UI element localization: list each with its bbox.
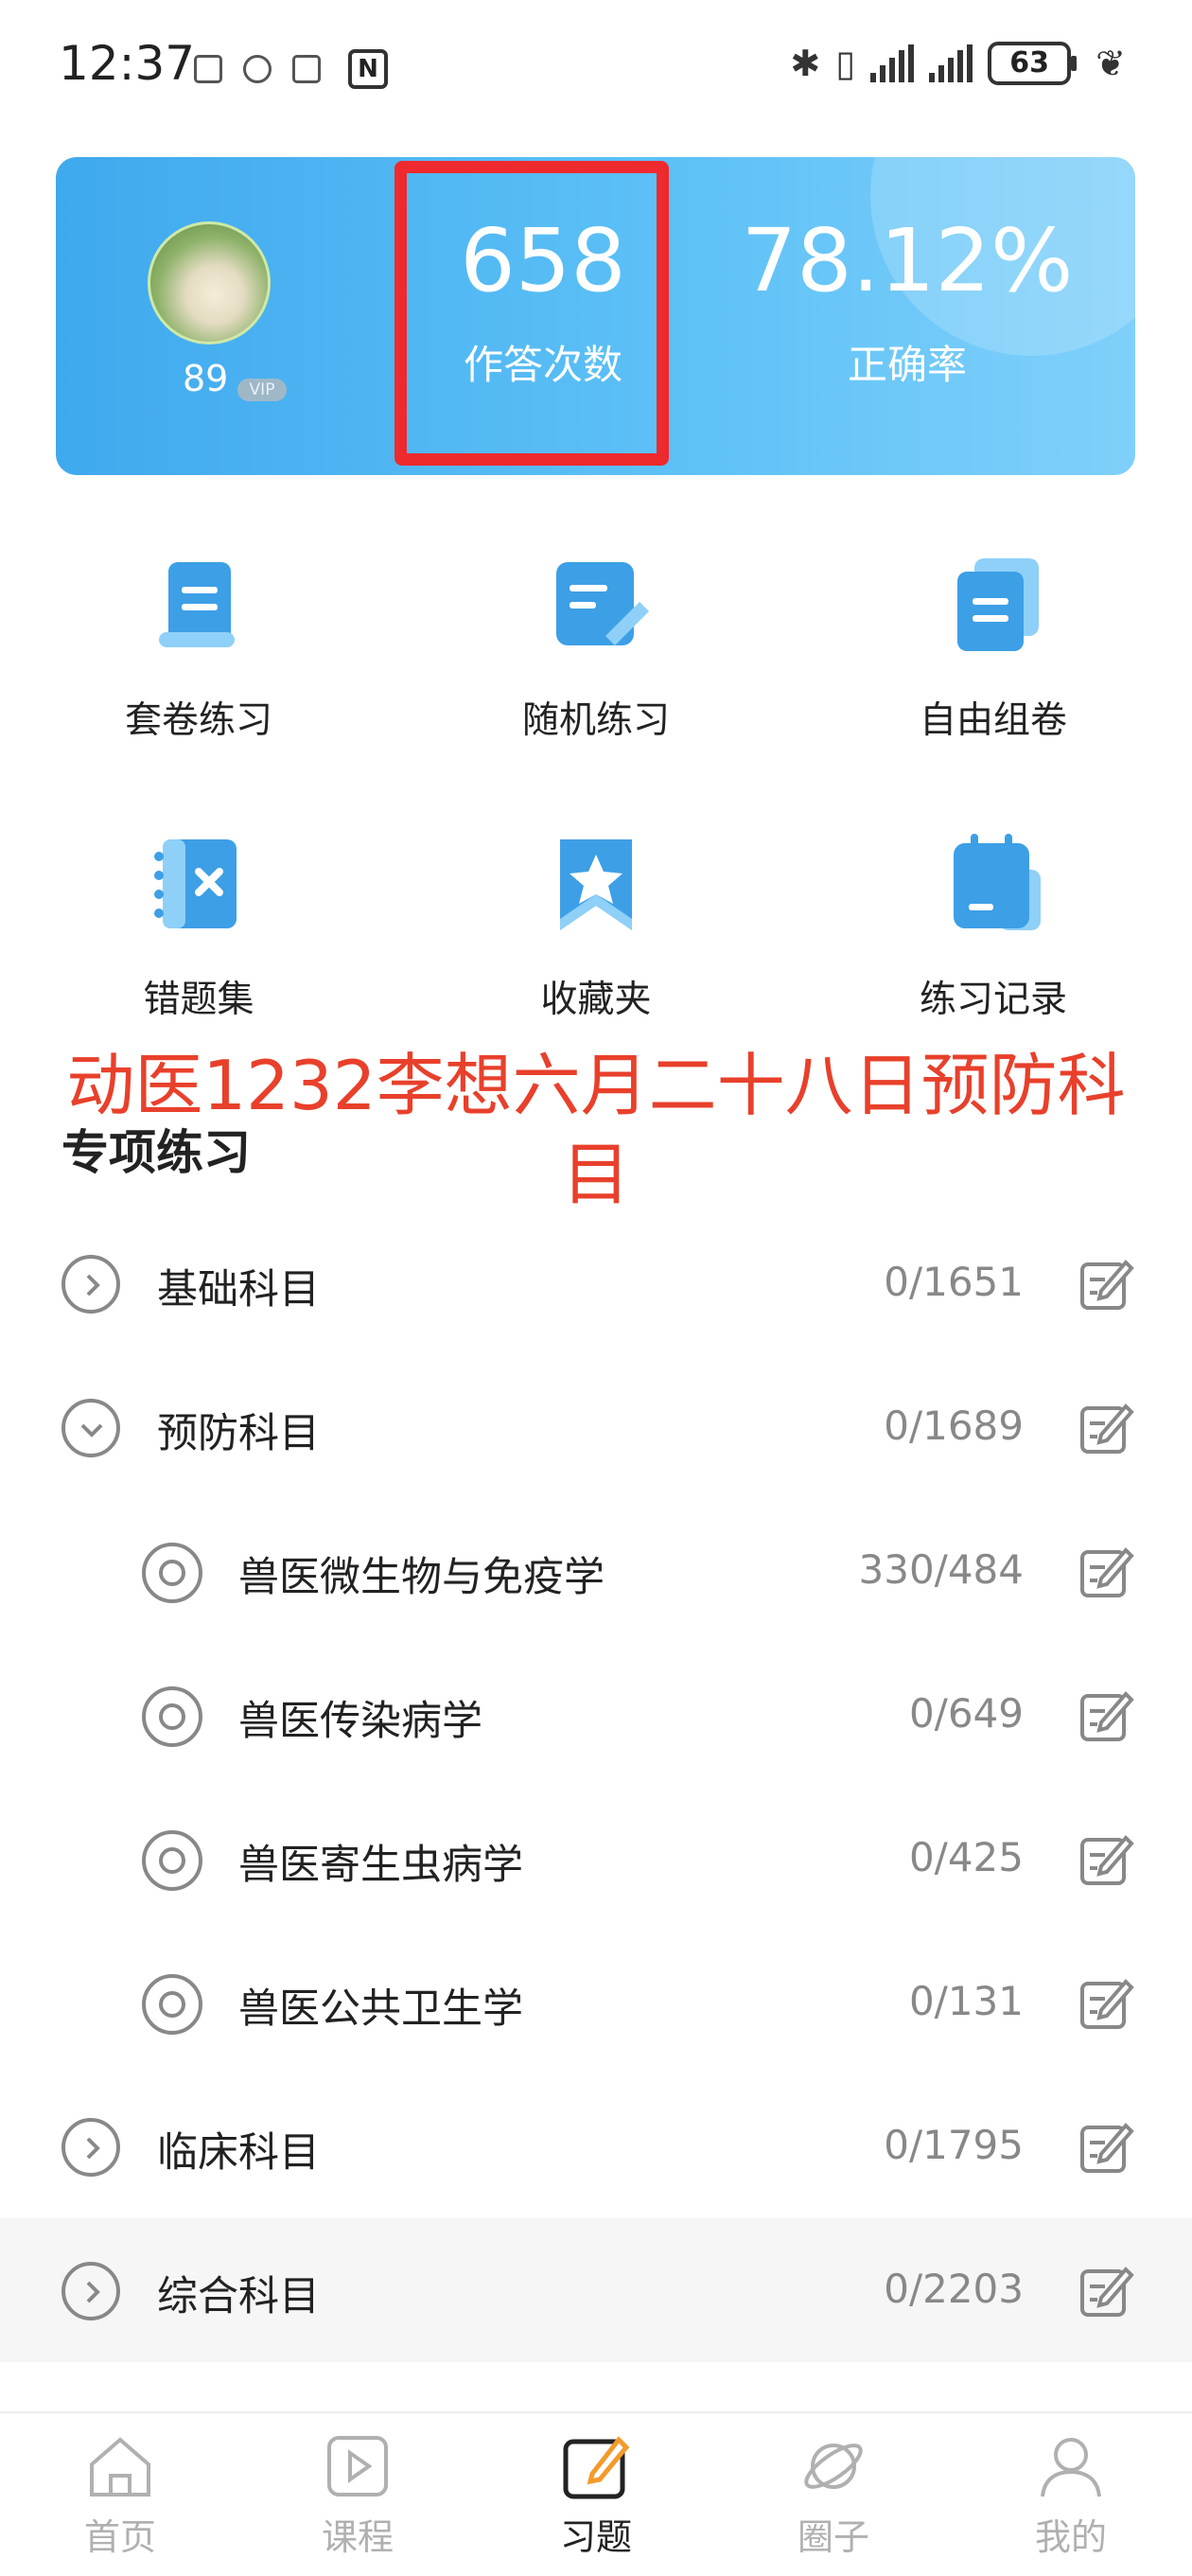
grid-label-favorites: 收藏夹 — [540, 979, 652, 1021]
play-icon — [327, 2436, 388, 2497]
subject-count: 0/1651 — [884, 1259, 1024, 1305]
nav-home[interactable]: 首页 — [49, 2430, 191, 2560]
grid-item-favorites[interactable]: 收藏夹 — [454, 828, 738, 1023]
nfc-icon: N — [348, 49, 388, 89]
notification-app-icon — [194, 55, 222, 83]
grid-item-practice-record[interactable]: 练习记录 — [851, 828, 1135, 1023]
signal-2-icon — [929, 44, 973, 82]
notification-app-icon-2 — [292, 55, 321, 83]
edit-practice-icon[interactable] — [1077, 2118, 1135, 2177]
subsubject-row-public-health[interactable]: 兽医公共卫生学 0/131 — [0, 1931, 1192, 2074]
grid-label-practice-record: 练习记录 — [919, 979, 1067, 1021]
collapse-chevron-down-icon[interactable] — [61, 1399, 120, 1457]
leaf-icon: ❦ — [1096, 43, 1126, 84]
section-title: 专项练习 — [61, 1125, 251, 1180]
target-icon — [142, 1830, 202, 1891]
bottom-navigation: 首页 课程 习题 圈子 我的 — [0, 2411, 1192, 2576]
vibrate-icon: ▯ — [835, 43, 856, 84]
notification-tiktok-icon — [243, 55, 272, 83]
edit-practice-icon[interactable] — [1077, 1686, 1135, 1745]
grid-label-free-assembly: 自由组卷 — [919, 699, 1067, 742]
user-icon — [1041, 2438, 1101, 2497]
edit-practice-icon[interactable] — [1077, 1399, 1135, 1457]
nav-label-home: 首页 — [83, 2516, 156, 2558]
target-icon — [142, 1686, 202, 1747]
subsubject-row-infectious[interactable]: 兽医传染病学 0/649 — [0, 1643, 1192, 1787]
status-bar: 12:37 N ✱ ▯ 63 ❦ — [0, 0, 1192, 137]
subject-count: 0/1795 — [884, 2122, 1024, 2168]
nav-circle[interactable]: 圈子 — [763, 2430, 904, 2560]
planet-icon — [804, 2444, 863, 2489]
grid-item-free-assembly[interactable]: 自由组卷 — [851, 549, 1135, 744]
subject-row-prevention[interactable]: 预防科目 0/1689 — [0, 1355, 1192, 1499]
subject-row-comprehensive[interactable]: 综合科目 0/2203 — [0, 2218, 1192, 2362]
paper-scroll-icon — [159, 562, 235, 647]
subject-row-basic[interactable]: 基础科目 0/1651 — [0, 1211, 1192, 1355]
subsubject-count: 0/131 — [908, 1978, 1024, 2024]
subsubject-row-microbiology[interactable]: 兽医微生物与免疫学 330/484 — [0, 1499, 1192, 1643]
home-icon — [90, 2437, 150, 2497]
nav-exercises[interactable]: 习题 — [525, 2430, 667, 2560]
grid-item-random-practice[interactable]: 随机练习 — [454, 549, 738, 744]
edit-practice-icon[interactable] — [1077, 1543, 1135, 1601]
calendar-record-icon — [954, 834, 1041, 930]
grid-label-random-practice: 随机练习 — [521, 699, 670, 742]
subject-count: 0/2203 — [884, 2266, 1024, 2312]
subsubject-name: 兽医公共卫生学 — [238, 1985, 523, 2033]
target-icon — [142, 1974, 202, 2035]
subject-name: 预防科目 — [157, 1410, 320, 1457]
accuracy-stat[interactable]: 78.12% 正确率 — [737, 214, 1078, 391]
edit-practice-icon[interactable] — [1077, 2262, 1135, 2320]
nav-courses[interactable]: 课程 — [287, 2430, 429, 2560]
expand-chevron-right-icon[interactable] — [61, 1255, 120, 1314]
nav-mine[interactable]: 我的 — [1000, 2430, 1142, 2560]
bluetooth-icon: ✱ — [790, 43, 821, 84]
edit-practice-icon[interactable] — [1077, 1974, 1135, 2033]
notification-icons — [194, 55, 321, 83]
subject-name: 临床科目 — [157, 2129, 320, 2177]
subsubject-name: 兽医微生物与免疫学 — [238, 1554, 605, 1601]
star-bookmark-icon — [560, 839, 632, 930]
edit-practice-icon[interactable] — [1077, 1255, 1135, 1314]
accuracy-value: 78.12% — [741, 210, 1074, 311]
subsubject-count: 330/484 — [858, 1546, 1024, 1593]
subject-name: 基础科目 — [157, 1266, 320, 1314]
grid-item-wrong-questions[interactable]: 错题集 — [57, 828, 341, 1023]
vip-badge: VIP — [237, 379, 287, 401]
nav-label-mine: 我的 — [1034, 2516, 1107, 2558]
subject-name: 综合科目 — [157, 2273, 320, 2320]
target-icon — [142, 1543, 202, 1603]
stacked-papers-icon — [957, 558, 1039, 651]
subject-row-clinical[interactable]: 临床科目 0/1795 — [0, 2074, 1192, 2218]
nav-label-circle: 圈子 — [797, 2516, 869, 2558]
user-level: 89 — [183, 358, 229, 399]
edit-icon — [563, 2436, 630, 2499]
subsubject-count: 0/425 — [908, 1834, 1024, 1880]
highlight-box — [394, 161, 669, 466]
signal-1-icon — [870, 44, 915, 82]
edit-document-icon — [556, 562, 649, 645]
expand-chevron-right-icon[interactable] — [61, 2262, 120, 2320]
subsubject-row-parasitic[interactable]: 兽医寄生虫病学 0/425 — [0, 1787, 1192, 1931]
grid-label-set-practice: 套卷练习 — [124, 699, 272, 742]
subsubject-count: 0/649 — [908, 1690, 1024, 1737]
avatar[interactable] — [148, 221, 271, 344]
status-right: ✱ ▯ 63 ❦ — [790, 42, 1126, 85]
battery-icon: 63 — [988, 42, 1078, 85]
edit-practice-icon[interactable] — [1077, 1830, 1135, 1889]
wrong-notebook-icon — [154, 839, 237, 928]
expand-chevron-right-icon[interactable] — [61, 2118, 120, 2177]
subsubject-name: 兽医传染病学 — [238, 1698, 482, 1745]
status-time: 12:37 — [59, 36, 196, 91]
nav-label-courses: 课程 — [321, 2516, 394, 2558]
subject-count: 0/1689 — [884, 1403, 1024, 1449]
accuracy-label: 正确率 — [847, 342, 967, 388]
nav-label-exercises: 习题 — [559, 2516, 632, 2558]
subsubject-name: 兽医寄生虫病学 — [238, 1842, 523, 1889]
grid-label-wrong-questions: 错题集 — [143, 979, 254, 1021]
grid-item-set-practice[interactable]: 套卷练习 — [57, 549, 341, 744]
